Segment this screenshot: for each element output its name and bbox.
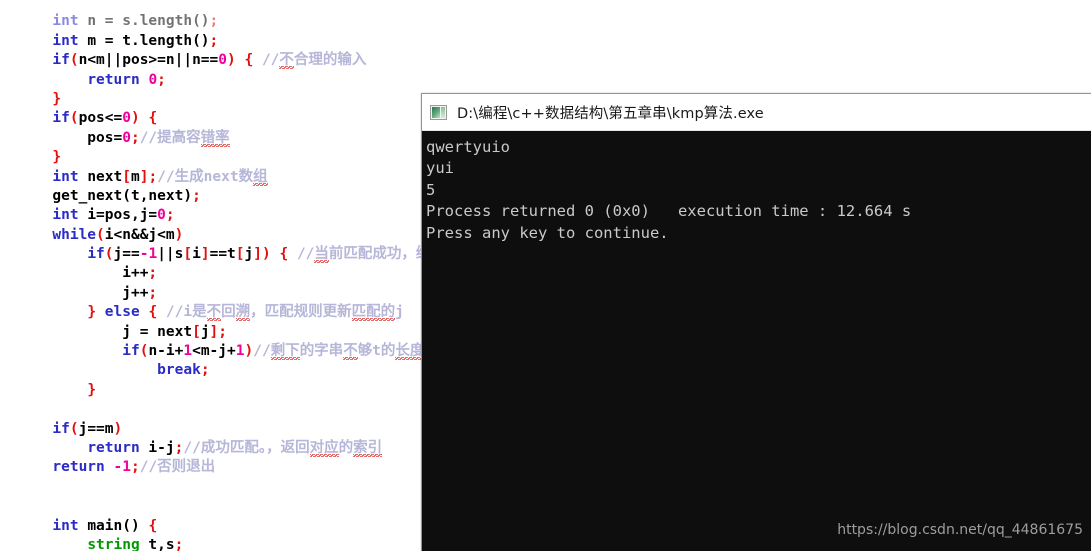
console-title-text: D:\编程\c++数据结构\第五章串\kmp算法.exe [457, 105, 764, 122]
console-output-line: 5 [426, 180, 436, 199]
console-output-line: Press any key to continue. [426, 223, 669, 242]
console-window-icon [430, 104, 447, 120]
console-title-bar[interactable]: D:\编程\c++数据结构\第五章串\kmp算法.exe [422, 94, 1091, 131]
console-output-line: qwertyuio [426, 138, 510, 156]
console-output-area[interactable]: qwertyuio yui 5 Process returned 0 (0x0)… [422, 131, 1091, 551]
csdn-watermark: https://blog.csdn.net/qq_44861675 [837, 522, 1083, 538]
code-line[interactable]: int n = s.length(); [0, 0, 560, 29]
console-output-line: yui [426, 159, 454, 178]
console-window[interactable]: D:\编程\c++数据结构\第五章串\kmp算法.exe qwertyuio y… [421, 93, 1091, 551]
console-output-line: Process returned 0 (0x0) execution time … [426, 202, 912, 221]
